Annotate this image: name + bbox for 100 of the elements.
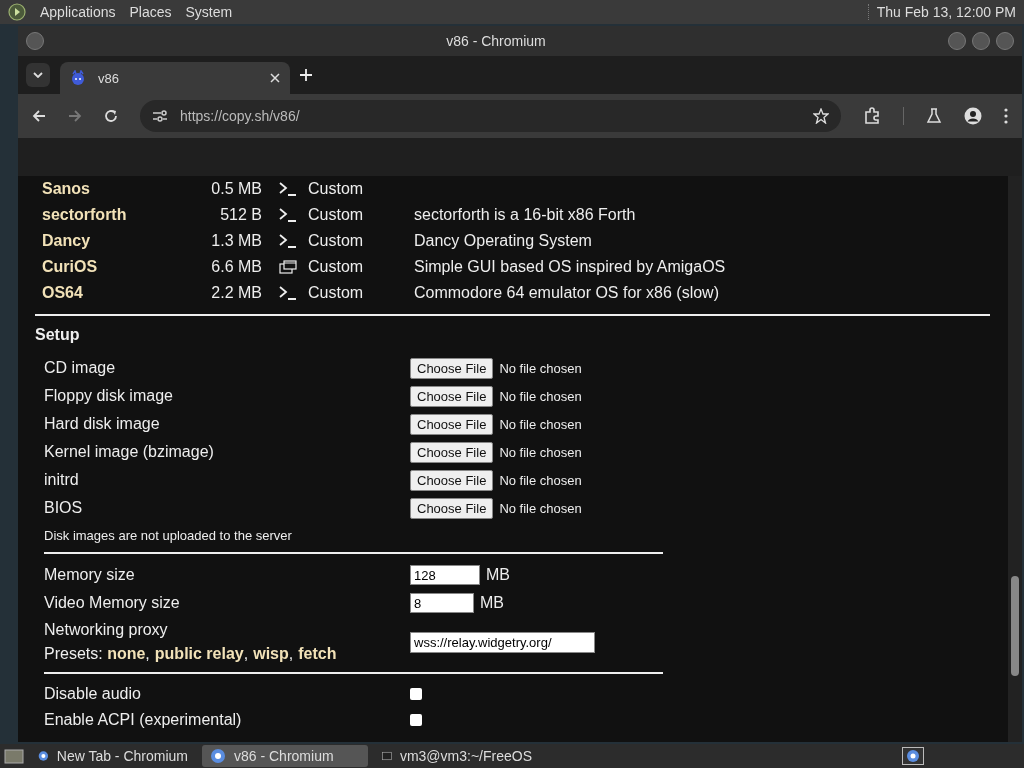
os-name-link[interactable]: sectorforth — [35, 206, 172, 224]
separator-text: , — [145, 645, 150, 663]
window-menu-button[interactable] — [26, 32, 44, 50]
address-bar[interactable]: https://copy.sh/v86/ — [140, 100, 841, 132]
os-type: Custom — [308, 180, 365, 198]
field-label: Memory size — [44, 566, 136, 584]
choose-file-button[interactable]: Choose File — [410, 385, 494, 407]
url-text: https://copy.sh/v86/ — [180, 108, 300, 124]
logo-icon[interactable] — [8, 3, 26, 21]
os-size: 6.6 MB — [210, 258, 262, 276]
browser-icon — [38, 748, 49, 764]
os-name-link[interactable]: Dancy — [35, 232, 172, 250]
option-label: Disable audio — [44, 685, 142, 703]
os-type: Custom — [308, 206, 365, 224]
choose-file-button[interactable]: Choose File — [410, 357, 494, 379]
os-size: 0.5 MB — [210, 180, 262, 198]
presets-label: Presets: — [44, 645, 103, 663]
profile-icon[interactable] — [964, 107, 982, 125]
file-status: No file chosen — [499, 444, 582, 460]
browser-icon[interactable] — [902, 747, 924, 765]
panel-menu[interactable]: Applications — [40, 4, 116, 20]
os-name-link[interactable]: Sanos — [35, 180, 172, 198]
terminal-icon — [279, 286, 297, 300]
field-label: initrd — [44, 471, 80, 489]
size-input[interactable]: 128 — [410, 565, 480, 585]
field-label: Networking proxy — [44, 621, 169, 639]
separator-text: , — [288, 645, 294, 663]
terminal-icon — [279, 182, 297, 196]
note-text: Disk images are not uploaded to the server — [43, 528, 293, 543]
field-label: Hard disk image — [44, 415, 161, 433]
os-type: Custom — [308, 258, 365, 276]
taskbar-item[interactable]: New Tab - Chromium — [30, 745, 196, 767]
file-status: No file chosen — [499, 360, 582, 376]
minimize-button[interactable] — [948, 32, 966, 50]
maximize-button[interactable] — [972, 32, 990, 50]
panel-menu[interactable]: Places — [129, 4, 172, 20]
chevron-down-icon — [33, 72, 43, 78]
close-icon[interactable] — [270, 73, 280, 83]
panel-menu[interactable]: System — [185, 4, 233, 20]
os-type: Custom — [308, 232, 365, 250]
window-title: v86 - Chromium — [445, 33, 547, 49]
tab-list-button[interactable] — [26, 63, 50, 87]
terminal-icon — [279, 208, 297, 222]
size-input[interactable]: 8 — [410, 593, 474, 613]
close-button[interactable] — [996, 32, 1014, 50]
site-settings-icon[interactable] — [152, 109, 168, 123]
browser-icon — [210, 748, 226, 764]
proxy-input[interactable]: wss://relay.widgetry.org/ — [410, 631, 595, 653]
terminal-icon — [382, 749, 392, 763]
file-status: No file chosen — [499, 500, 582, 516]
forward-icon[interactable] — [68, 109, 82, 123]
checkbox[interactable] — [410, 688, 422, 700]
scrollbar[interactable] — [1008, 176, 1022, 742]
os-size: 512 B — [219, 206, 262, 224]
field-label: BIOS — [44, 499, 84, 517]
field-label: Floppy disk image — [44, 387, 174, 405]
field-label: Kernel image (bzimage) — [44, 443, 215, 461]
os-size: 2.2 MB — [210, 284, 262, 302]
preset-link[interactable]: fetch — [298, 645, 337, 663]
os-description: Simple GUI based OS inspired by AmigaOS — [414, 258, 726, 276]
more-icon[interactable] — [1004, 108, 1008, 124]
preset-link[interactable]: none — [107, 645, 146, 663]
reload-icon[interactable] — [104, 109, 118, 123]
back-icon[interactable] — [32, 109, 46, 123]
checkbox[interactable] — [410, 714, 422, 726]
os-description: Dancy Operating System — [414, 232, 592, 250]
puzzle-icon[interactable] — [863, 107, 881, 125]
separator-text: , — [243, 645, 249, 663]
choose-file-button[interactable]: Choose File — [410, 413, 494, 435]
new-tab-icon[interactable] — [300, 69, 312, 81]
os-description: sectorforth is a 16-bit x86 Forth — [414, 206, 636, 224]
preset-link[interactable]: public relay — [154, 645, 244, 663]
window-icon — [279, 260, 297, 274]
choose-file-button[interactable]: Choose File — [410, 441, 494, 463]
os-type: Custom — [308, 284, 365, 302]
option-label: Enable ACPI (experimental) — [44, 711, 243, 729]
browser-tab[interactable]: v86 — [60, 62, 290, 94]
os-size: 1.3 MB — [210, 232, 262, 250]
preset-link[interactable]: wisp — [253, 645, 289, 663]
choose-file-button[interactable]: Choose File — [410, 497, 494, 519]
favicon-icon — [70, 70, 86, 86]
file-status: No file chosen — [499, 388, 582, 404]
terminal-icon — [279, 234, 297, 248]
os-name-link[interactable]: OS64 — [35, 284, 172, 302]
file-status: No file chosen — [499, 416, 582, 432]
section-heading: Setup — [35, 326, 81, 344]
os-description: Commodore 64 emulator OS for x86 (slow) — [414, 284, 719, 302]
taskbar-item[interactable]: v86 - Chromium — [202, 745, 368, 767]
unit-label: MB — [480, 594, 504, 612]
unit-label: MB — [486, 566, 510, 584]
choose-file-button[interactable]: Choose File — [410, 469, 494, 491]
field-label: CD image — [44, 359, 117, 377]
clock[interactable]: Thu Feb 13, 12:00 PM — [867, 4, 1016, 20]
flask-icon[interactable] — [926, 108, 942, 124]
os-name-link[interactable]: CuriOS — [35, 258, 172, 276]
taskbar-item[interactable]: vm3@vm3:~/FreeOS — [374, 745, 540, 767]
star-icon[interactable] — [813, 108, 829, 124]
file-status: No file chosen — [499, 472, 582, 488]
show-desktop-icon[interactable] — [4, 748, 24, 764]
field-label: Video Memory size — [44, 594, 181, 612]
